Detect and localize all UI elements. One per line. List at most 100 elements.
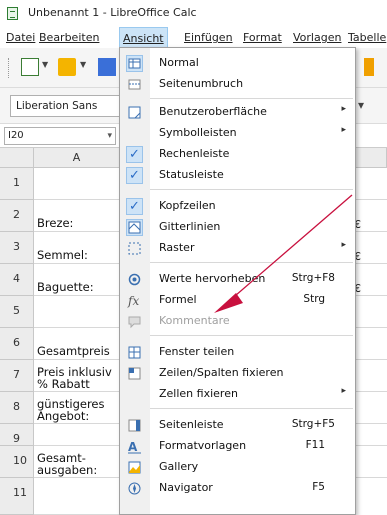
view-menu-dropdown: Normal Seitenumbruch Benutzeroberfläche …	[119, 47, 356, 515]
row-header[interactable]: 3	[0, 232, 34, 264]
menu-einfuegen[interactable]: Einfügen	[184, 31, 233, 44]
row-header[interactable]: 9	[0, 424, 34, 446]
menu-item-gallery[interactable]: Gallery	[120, 457, 355, 478]
row-header[interactable]: 5	[0, 296, 34, 328]
cell-right-5[interactable]	[353, 296, 387, 328]
menu-item-werte-hervorheben[interactable]: Werte hervorheben Strg+F8	[120, 269, 355, 290]
column-header-a[interactable]: A	[34, 148, 120, 168]
menu-item-normal[interactable]: Normal	[120, 53, 355, 74]
row-header[interactable]: 1	[0, 168, 34, 200]
cell-right-8[interactable]	[353, 392, 387, 424]
menu-bar: Datei Bearbeiten Ansicht Einfügen Format…	[0, 27, 387, 48]
corner-select-all[interactable]	[0, 148, 34, 168]
svg-text:fx: fx	[127, 294, 139, 308]
page-break-icon	[126, 76, 143, 93]
row-header[interactable]: 4	[0, 264, 34, 296]
menu-bearbeiten[interactable]: Bearbeiten	[39, 31, 99, 44]
sidebar-icon	[126, 417, 143, 434]
menu-separator	[150, 98, 353, 99]
menu-item-zeilen-spalten-fixieren[interactable]: Zeilen/Spalten fixieren	[120, 363, 355, 384]
formula-icon: fx	[126, 292, 143, 309]
menu-item-formel[interactable]: fx Formel Strg	[120, 290, 355, 311]
cell-right-9[interactable]	[353, 424, 387, 446]
menu-item-seitenleiste[interactable]: Seitenleiste Strg+F5	[120, 415, 355, 436]
row-header[interactable]: 11	[0, 478, 34, 515]
submenu-arrow-icon: ▸	[341, 386, 346, 396]
checkmark-icon: ✓	[126, 167, 143, 184]
menu-item-navigator[interactable]: Navigator F5	[120, 478, 355, 499]
menu-item-gitterlinien[interactable]: Gitterlinien	[120, 217, 355, 238]
menu-item-kopfzeilen[interactable]: ✓ Kopfzeilen	[120, 196, 355, 217]
cell-a11[interactable]	[34, 478, 120, 515]
submenu-arrow-icon: ▸	[341, 125, 346, 135]
cell-a3[interactable]: Semmel:	[34, 232, 120, 264]
toolbar-grip[interactable]	[8, 58, 12, 78]
cell-a5[interactable]	[34, 296, 120, 328]
menu-separator	[150, 189, 353, 190]
gridlines-icon	[126, 219, 143, 236]
cell-right-6[interactable]	[353, 328, 387, 360]
highlight-values-icon	[126, 271, 143, 288]
cell-a8[interactable]: günstigeres Angebot:	[34, 392, 120, 424]
font-color-icon[interactable]: ▾	[358, 98, 364, 112]
font-name-box[interactable]: Liberation Sans	[10, 95, 122, 117]
gallery-icon	[126, 459, 143, 476]
cell-right-10[interactable]	[353, 446, 387, 478]
cell-right-1[interactable]	[353, 168, 387, 200]
menu-datei[interactable]: Datei	[6, 31, 35, 44]
cell-a9[interactable]	[34, 424, 120, 446]
ui-icon	[126, 104, 143, 121]
cell-a6[interactable]: Gesamtpreis	[34, 328, 120, 360]
row-header[interactable]: 7	[0, 360, 34, 392]
row-header[interactable]: 8	[0, 392, 34, 424]
calc-app-icon	[7, 7, 18, 20]
paint-icon[interactable]	[364, 58, 374, 76]
row-header[interactable]: 2	[0, 200, 34, 232]
menu-item-symbolleisten[interactable]: Symbolleisten ▸	[120, 123, 355, 144]
submenu-arrow-icon: ▸	[341, 240, 346, 250]
menu-item-fenster-teilen[interactable]: Fenster teilen	[120, 342, 355, 363]
menu-item-rechenleiste[interactable]: ✓ Rechenleiste	[120, 144, 355, 165]
cell-a7[interactable]: Preis inklusiv % Rabatt	[34, 360, 120, 392]
menu-ansicht[interactable]: Ansicht	[119, 27, 168, 48]
menu-item-statusleiste[interactable]: ✓ Statusleiste	[120, 165, 355, 186]
row-header[interactable]: 6	[0, 328, 34, 360]
menu-item-formatvorlagen[interactable]: A Formatvorlagen F11	[120, 436, 355, 457]
cell-a4[interactable]: Baguette:	[34, 264, 120, 296]
navigator-icon	[126, 480, 143, 497]
menu-item-zellen-fixieren[interactable]: Zellen fixieren ▸	[120, 384, 355, 405]
chevron-down-icon[interactable]: ▼	[42, 60, 48, 69]
name-box-value: I20	[8, 130, 24, 141]
normal-view-icon	[126, 55, 143, 72]
checkmark-icon: ✓	[126, 198, 143, 215]
menu-item-seitenumbruch[interactable]: Seitenumbruch	[120, 74, 355, 95]
chevron-down-icon[interactable]: ▾	[107, 128, 112, 144]
save-icon[interactable]	[98, 58, 116, 76]
menu-separator	[150, 262, 353, 263]
row-header[interactable]: 10	[0, 446, 34, 478]
menu-separator	[150, 335, 353, 336]
menu-item-kommentare[interactable]: Kommentare	[120, 311, 355, 332]
styles-icon: A	[126, 438, 143, 455]
cell-a10[interactable]: Gesamt- ausgaben:	[34, 446, 120, 478]
menu-separator	[150, 408, 353, 409]
menu-format[interactable]: Format	[243, 31, 282, 44]
cell-right-7[interactable]	[353, 360, 387, 392]
chevron-down-icon[interactable]: ▼	[80, 60, 86, 69]
column-header-right[interactable]	[353, 148, 387, 168]
split-window-icon	[126, 344, 143, 361]
new-document-icon[interactable]	[21, 58, 39, 76]
font-name-value: Liberation Sans	[16, 100, 98, 112]
menu-item-benutzeroberflaeche[interactable]: Benutzeroberfläche ▸	[120, 102, 355, 123]
cell-a1[interactable]	[34, 168, 120, 200]
title-bar: Unbenannt 1 - LibreOffice Calc	[0, 0, 387, 27]
window-title: Unbenannt 1 - LibreOffice Calc	[28, 6, 197, 19]
menu-tabelle[interactable]: Tabelle	[348, 31, 386, 44]
svg-text:A: A	[128, 440, 138, 454]
checkmark-icon: ✓	[126, 146, 143, 163]
open-folder-icon[interactable]	[58, 58, 76, 76]
cell-a2[interactable]: Breze:	[34, 200, 120, 232]
menu-vorlagen[interactable]: Vorlagen	[293, 31, 341, 44]
menu-item-raster[interactable]: Raster ▸	[120, 238, 355, 259]
name-box[interactable]: I20 ▾	[4, 127, 116, 145]
